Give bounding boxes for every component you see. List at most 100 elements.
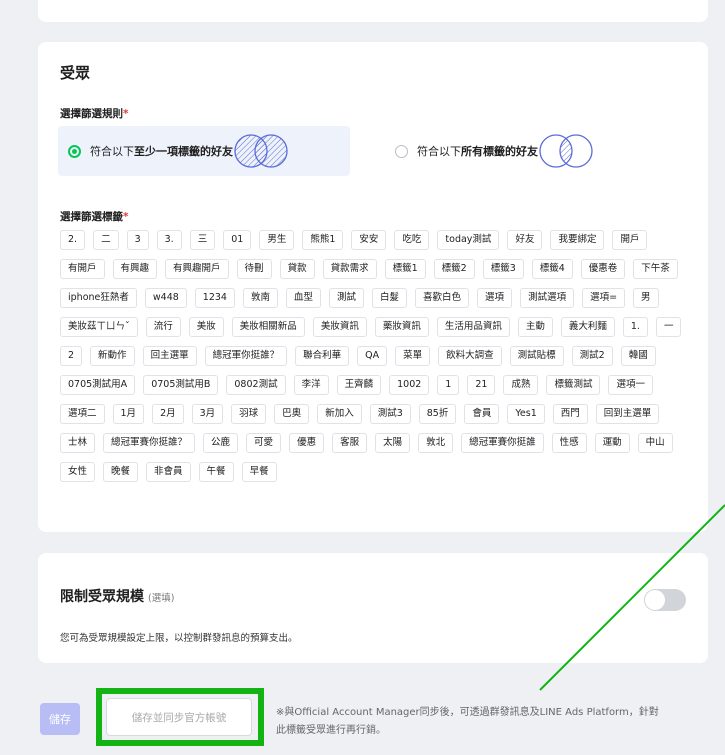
tag-chip[interactable]: 血型	[285, 288, 321, 308]
tag-chip[interactable]: 性感	[551, 433, 587, 453]
tag-chip[interactable]: 貸款	[279, 259, 315, 279]
tag-chip[interactable]: 0705測試用B	[143, 375, 219, 395]
tag-chip[interactable]: 選項二	[60, 404, 105, 424]
tag-chip[interactable]: today測試	[437, 230, 500, 250]
tag-chip[interactable]: 選項一	[608, 375, 653, 395]
tag-chip[interactable]: 貸款需求	[322, 259, 377, 279]
tag-chip[interactable]: 標籤3	[482, 259, 524, 279]
tag-chip[interactable]: 總冠軍賽你挺誰	[461, 433, 544, 453]
tag-chip[interactable]: 2月	[152, 404, 184, 424]
tag-chip[interactable]: 熊熊1	[302, 230, 344, 250]
radio-unselected-icon[interactable]	[395, 144, 408, 158]
tag-chip[interactable]: 公鹿	[203, 433, 239, 453]
tag-chip[interactable]: 優惠	[289, 433, 325, 453]
tag-chip[interactable]: 下午茶	[633, 259, 678, 279]
tag-chip[interactable]: 測試	[329, 288, 365, 308]
tag-chip[interactable]: 中山	[637, 433, 673, 453]
tag-chip[interactable]: 男生	[259, 230, 295, 250]
tag-chip[interactable]: 01	[223, 230, 252, 250]
tag-chip[interactable]: 吃吃	[394, 230, 430, 250]
tag-chip[interactable]: 午餐	[198, 462, 234, 482]
tag-chip[interactable]: 敦南	[242, 288, 278, 308]
tag-chip[interactable]: 主動	[517, 317, 553, 337]
tag-chip[interactable]: 測試選項	[520, 288, 575, 308]
tag-chip[interactable]: 客服	[332, 433, 368, 453]
tag-chip[interactable]: 1月	[112, 404, 145, 424]
tag-chip[interactable]: 義大利麵	[560, 317, 615, 337]
tag-chip[interactable]: 有興趣	[112, 259, 158, 279]
tag-chip[interactable]: 會員	[464, 404, 500, 424]
tag-chip[interactable]: 3.	[156, 230, 182, 250]
tag-chip[interactable]: 待刪	[236, 259, 272, 279]
tag-chip[interactable]: 安安	[351, 230, 387, 250]
tag-chip[interactable]: 1.	[622, 317, 648, 337]
tag-chip[interactable]: 李洋	[293, 375, 329, 395]
tag-chip[interactable]: 二	[93, 230, 119, 250]
tag-chip[interactable]: 回到主選單	[595, 404, 660, 424]
tag-chip[interactable]: 2	[60, 346, 83, 366]
tag-chip[interactable]: 一	[655, 317, 682, 337]
tag-chip[interactable]: 敦北	[418, 433, 454, 453]
rule-option-any-tag[interactable]: 符合以下至少一項標籤的好友	[58, 126, 350, 176]
tag-chip[interactable]: 有興趣開戶	[165, 259, 229, 279]
tag-chip[interactable]: 喜歡白色	[415, 288, 470, 308]
tag-chip[interactable]: 羽球	[231, 404, 267, 424]
tag-chip[interactable]: 藥妝資訊	[374, 317, 429, 337]
tag-chip[interactable]: Yes1	[507, 404, 545, 424]
tag-chip[interactable]: 有開戶	[60, 259, 105, 279]
tag-chip[interactable]: 1	[437, 375, 460, 395]
tag-chip[interactable]: 3	[126, 230, 149, 250]
save-button[interactable]: 儲存	[40, 703, 80, 735]
tag-chip[interactable]: 男	[633, 288, 659, 308]
limit-toggle[interactable]	[644, 589, 686, 611]
tag-chip[interactable]: 0705測試用A	[60, 375, 136, 395]
tag-chip[interactable]: 選項	[477, 288, 513, 308]
tag-chip[interactable]: 白髮	[372, 288, 408, 308]
tag-chip[interactable]: 新動作	[90, 346, 135, 366]
tag-chip[interactable]: 測試2	[571, 346, 613, 366]
tag-chip[interactable]: 三	[189, 230, 216, 250]
tag-chip[interactable]: 標籤1	[384, 259, 426, 279]
tag-chip[interactable]: 士林	[60, 433, 96, 453]
tag-chip[interactable]: 成熟	[503, 375, 539, 395]
tag-chip[interactable]: 流行	[145, 317, 181, 337]
tag-chip[interactable]: 西門	[552, 404, 588, 424]
tag-chip[interactable]: 21	[467, 375, 496, 395]
tag-chip[interactable]: 總冠軍你挺誰？	[204, 346, 288, 366]
tag-chip[interactable]: 美妝茲ㄒㄩㄣˇ	[60, 317, 138, 337]
tag-chip[interactable]: 我要綁定	[550, 230, 605, 250]
tag-chip[interactable]: 晚餐	[103, 462, 139, 482]
tag-chip[interactable]: 85折	[418, 404, 457, 424]
tag-chip[interactable]: 美妝相關新品	[231, 317, 305, 337]
radio-selected-icon[interactable]	[68, 144, 81, 158]
tag-chip[interactable]: 好友	[507, 230, 543, 250]
tag-chip[interactable]: 標籤2	[433, 259, 475, 279]
tag-chip[interactable]: 0802測試	[226, 375, 286, 395]
tag-chip[interactable]: 測試3	[369, 404, 411, 424]
tag-chip[interactable]: 可愛	[246, 433, 282, 453]
tag-chip[interactable]: 優惠卷	[580, 259, 626, 279]
tag-chip[interactable]: 美妝	[188, 317, 224, 337]
rule-option-all-tags[interactable]: 符合以下所有標籤的好友	[385, 126, 645, 176]
tag-chip[interactable]: 非會員	[146, 462, 191, 482]
tag-chip[interactable]: 女性	[60, 462, 96, 482]
tag-chip[interactable]: 1002	[389, 375, 430, 395]
tag-chip[interactable]: 早餐	[241, 462, 277, 482]
tag-chip[interactable]: 飲料大調查	[438, 346, 502, 366]
tag-chip[interactable]: QA	[357, 346, 388, 366]
save-and-sync-button[interactable]: 儲存並同步官方帳號	[106, 698, 252, 736]
tag-chip[interactable]: 聯合利華	[295, 346, 350, 366]
tag-chip[interactable]: 運動	[594, 433, 630, 453]
tag-chip[interactable]: 韓國	[620, 346, 656, 366]
tag-chip[interactable]: 標籤4	[531, 259, 573, 279]
tag-chip[interactable]: 生活用品資訊	[436, 317, 510, 337]
tag-chip[interactable]: w448	[144, 288, 187, 308]
tag-chip[interactable]: 總冠軍賽你挺誰？	[103, 433, 196, 453]
tag-chip[interactable]: 王齊麟	[336, 375, 382, 395]
tag-chip[interactable]: 2.	[60, 230, 86, 250]
tag-chip[interactable]: 回主選單	[142, 346, 197, 366]
tag-chip[interactable]: 標籤測試	[546, 375, 601, 395]
tag-chip[interactable]: 菜單	[395, 346, 431, 366]
tag-chip[interactable]: 巴奧	[274, 404, 310, 424]
tag-chip[interactable]: iphone狂熱者	[60, 288, 137, 308]
